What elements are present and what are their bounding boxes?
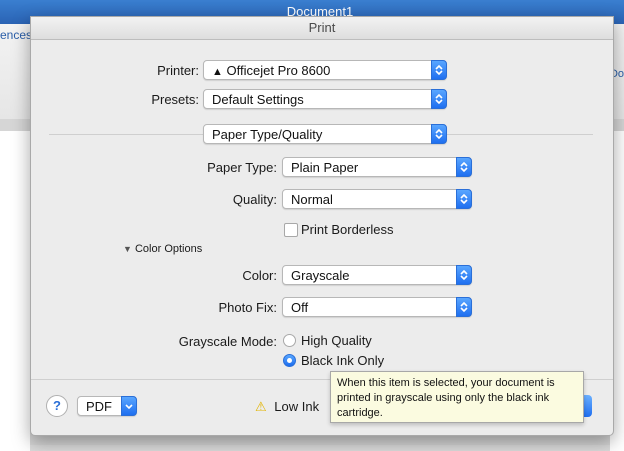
low-ink-status: ⚠ Low Ink: [255, 399, 319, 415]
background-page-left: [0, 131, 30, 451]
paper-type-label: Paper Type:: [207, 160, 277, 175]
presets-popup-value: Default Settings: [212, 92, 304, 107]
presets-label: Presets:: [151, 92, 199, 107]
popup-stepper-icon: [431, 60, 447, 80]
color-options-disclosure[interactable]: ▼ Color Options: [123, 243, 202, 255]
background-ribbon-tab: ences: [0, 28, 33, 42]
color-options-label: Color Options: [134, 243, 203, 255]
pdf-menu-button[interactable]: PDF: [77, 396, 137, 416]
radio-high-quality-label[interactable]: High Quality: [301, 333, 372, 348]
photo-fix-label: Photo Fix:: [218, 300, 277, 315]
popup-stepper-icon: [456, 189, 472, 209]
photo-fix-popup-value: Off: [291, 300, 309, 315]
popup-stepper-icon: [456, 157, 472, 177]
popup-stepper-icon: [456, 265, 472, 285]
section-popup-value: Paper Type/Quality: [212, 127, 323, 142]
color-label: Color:: [242, 268, 277, 283]
chevron-down-icon: [121, 396, 137, 416]
print-dialog-title: Print: [31, 17, 613, 40]
warning-icon: ⚠: [255, 399, 267, 414]
print-button[interactable]: [584, 395, 592, 417]
quality-label: Quality:: [232, 192, 277, 207]
presets-popup[interactable]: Default Settings: [203, 89, 447, 109]
disclosure-triangle-icon: ▼: [123, 244, 132, 254]
radio-high-quality[interactable]: [283, 334, 296, 347]
warning-icon: ▲: [212, 66, 223, 78]
paper-type-popup-value: Plain Paper: [291, 160, 359, 175]
radio-black-ink-only-label[interactable]: Black Ink Only: [301, 353, 384, 368]
quality-popup-value: Normal: [291, 192, 333, 207]
popup-stepper-icon: [456, 297, 472, 317]
print-borderless-label[interactable]: Print Borderless: [301, 222, 393, 237]
popup-stepper-icon: [431, 89, 447, 109]
section-popup[interactable]: Paper Type/Quality: [203, 124, 447, 144]
print-borderless-checkbox[interactable]: [284, 223, 298, 237]
tooltip: When this item is selected, your documen…: [330, 371, 584, 423]
printer-label: Printer:: [157, 63, 199, 78]
help-button[interactable]: ?: [46, 395, 68, 417]
color-popup-value: Grayscale: [291, 268, 350, 283]
popup-stepper-icon: [431, 124, 447, 144]
radio-black-ink-only[interactable]: [283, 354, 296, 367]
paper-type-popup[interactable]: Plain Paper: [282, 157, 472, 177]
low-ink-label: Low Ink: [274, 399, 320, 414]
printer-popup-value: Officejet Pro 8600: [226, 63, 331, 78]
printer-popup[interactable]: ▲ Officejet Pro 8600: [203, 60, 447, 80]
quality-popup[interactable]: Normal: [282, 189, 472, 209]
pdf-button-label: PDF: [86, 399, 112, 414]
grayscale-mode-label: Grayscale Mode:: [178, 334, 277, 349]
photo-fix-popup[interactable]: Off: [282, 297, 472, 317]
color-popup[interactable]: Grayscale: [282, 265, 472, 285]
